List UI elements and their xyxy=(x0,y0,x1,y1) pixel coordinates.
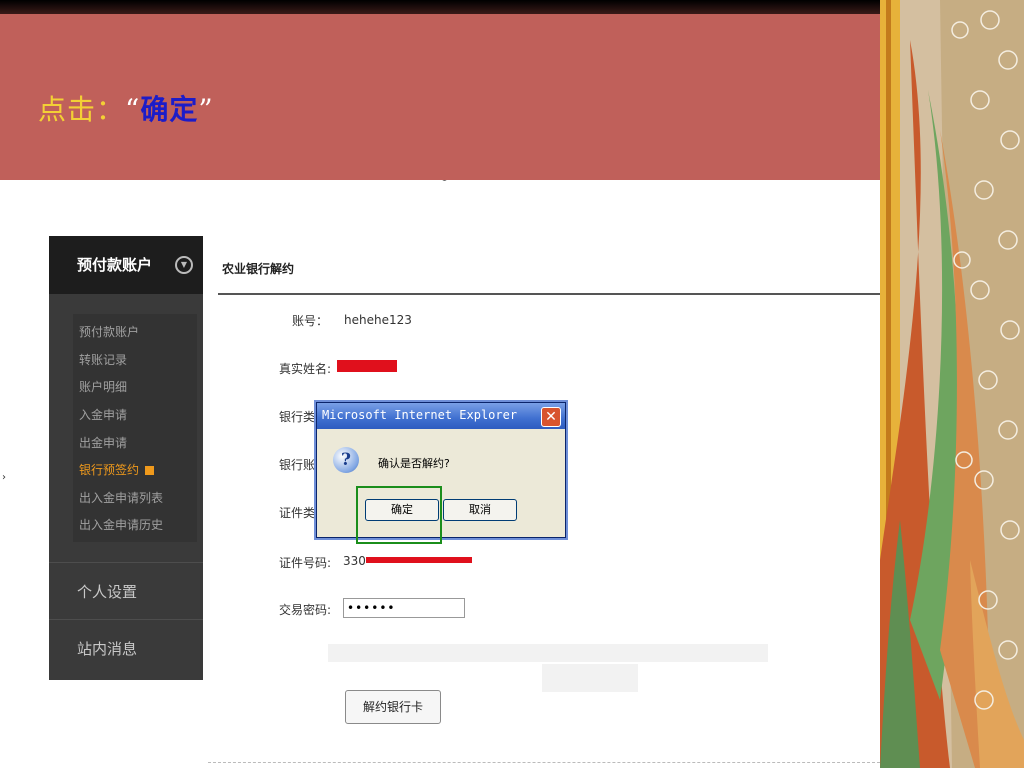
dialog-titlebar[interactable]: Microsoft Internet Explorer ✕ xyxy=(317,403,565,429)
real-name-redacted xyxy=(337,360,397,372)
sidebar-item-request-list[interactable]: 出入金申请列表 xyxy=(79,489,163,506)
bank-account-label: 银行账 xyxy=(279,458,316,472)
id-type-label: 证件类 xyxy=(279,506,316,520)
slide-title-prefix: 点击： xyxy=(38,93,126,126)
blurred-region xyxy=(542,664,638,692)
id-number-label: 证件号码: xyxy=(279,556,332,570)
site-messages-label: 站内消息 xyxy=(77,640,138,658)
real-name-label: 真实姓名: xyxy=(279,362,332,376)
sidebar-item-bank-presign-label: 银行预签约 xyxy=(79,463,140,477)
decorative-pattern-image xyxy=(880,0,1024,768)
sidebar-header[interactable]: 预付款账户 ▼ xyxy=(49,236,203,294)
dialog-message: 确认是否解约? xyxy=(378,457,450,470)
unbind-bank-card-button[interactable]: 解约银行卡 xyxy=(345,690,441,724)
bullet-dot xyxy=(442,180,447,181)
decorative-panel xyxy=(880,0,1024,768)
sidebar-site-messages[interactable]: 站内消息 xyxy=(49,619,203,676)
trade-password-input[interactable]: •••••• xyxy=(343,598,465,618)
id-number-redacted xyxy=(366,557,472,563)
question-icon: ? xyxy=(333,447,359,473)
sidebar-submenu xyxy=(73,314,197,542)
blurred-region xyxy=(328,644,768,662)
trade-password-label: 交易密码: xyxy=(279,603,332,617)
slide-title-quote-open: “ xyxy=(125,93,141,126)
sidebar-item-prepaid-account[interactable]: 预付款账户 xyxy=(79,323,139,340)
account-value: hehehe123 xyxy=(344,313,412,327)
ok-button-highlight-box xyxy=(356,486,442,544)
screenshot-area: › 预付款账户 ▼ 预付款账户 转账记录 账户明细 入金申请 出金申请 银行预签… xyxy=(2,180,880,768)
active-marker-icon xyxy=(145,466,155,475)
sidebar-item-request-history[interactable]: 出入金申请历史 xyxy=(79,516,163,533)
slide-title-emphasis: 确定 xyxy=(140,93,199,126)
slide-title-quote-close: ” xyxy=(198,93,214,126)
bottom-divider xyxy=(208,762,880,763)
title-divider xyxy=(218,293,880,295)
dialog-title: Microsoft Internet Explorer xyxy=(322,408,518,422)
id-number-prefix: 330 xyxy=(343,554,366,568)
sidebar-item-deposit-request[interactable]: 入金申请 xyxy=(79,406,127,423)
slide-header: 点击：“确定” xyxy=(0,14,880,180)
sidebar-item-account-details[interactable]: 账户明细 xyxy=(79,378,127,395)
sidebar-item-bank-presign[interactable]: 银行预签约 xyxy=(79,461,155,478)
chevron-down-circle-icon[interactable]: ▼ xyxy=(175,256,193,274)
sidebar: 预付款账户 ▼ 预付款账户 转账记录 账户明细 入金申请 出金申请 银行预签约 … xyxy=(49,236,203,680)
left-caret-icon: › xyxy=(2,472,6,483)
bank-type-label: 银行类 xyxy=(279,410,316,424)
account-label: 账号： xyxy=(292,314,329,328)
cancel-button[interactable]: 取消 xyxy=(443,499,517,521)
sidebar-header-label: 预付款账户 xyxy=(77,256,153,274)
personal-settings-label: 个人设置 xyxy=(77,583,138,601)
sidebar-item-transfer-records[interactable]: 转账记录 xyxy=(79,351,127,368)
slide-title: 点击：“确定” xyxy=(38,88,214,128)
close-icon[interactable]: ✕ xyxy=(541,407,561,427)
sidebar-item-withdraw-request[interactable]: 出金申请 xyxy=(79,434,127,451)
slide-top-strip xyxy=(0,0,880,14)
sidebar-personal-settings[interactable]: 个人设置 xyxy=(49,562,203,619)
page-title: 农业银行解约 xyxy=(222,262,295,276)
